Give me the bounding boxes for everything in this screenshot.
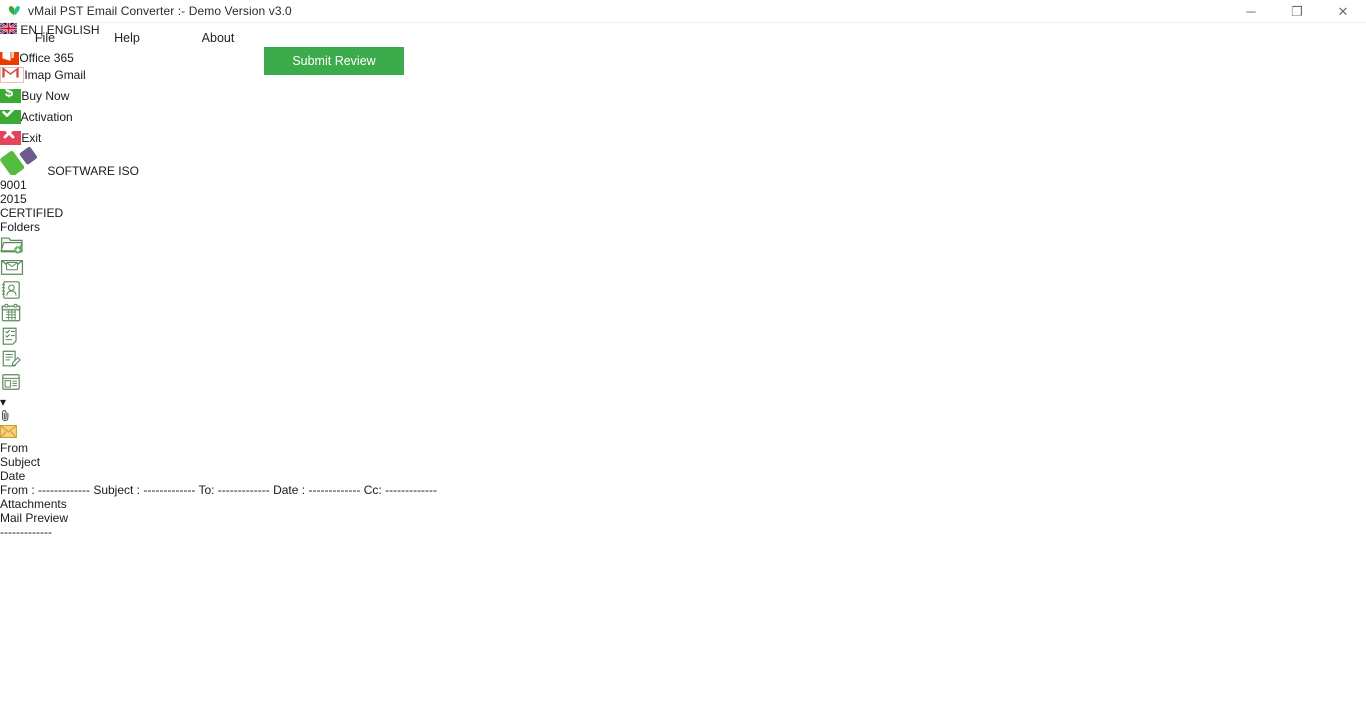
detail-value-from: ------------- [38,483,90,497]
mail-list-grid[interactable]: From Subject Date [0,409,1366,483]
gmail-icon [0,67,24,83]
column-header-read-status[interactable] [0,425,1366,441]
mail-grid-header: From Subject Date [0,409,1366,483]
app-icon [8,5,21,18]
detail-value-to: ------------- [218,483,270,497]
toolbar-button-imap-gmail[interactable]: Imap Gmail [0,65,96,82]
brand-area: SOFTWARE ISO 9001 2015 CERTIFIED [0,145,1366,220]
menu-item-file[interactable]: File [18,23,72,52]
detail-value-subject: ------------- [143,483,195,497]
column-header-from[interactable]: From [0,441,1366,455]
journal-icon[interactable] [0,372,1366,395]
detail-label-from: From : [0,483,35,497]
iso-certified-text: CERTIFIED [0,206,63,220]
mail-detail-panel: From : ------------- Subject : ---------… [0,483,1366,497]
column-header-date[interactable]: Date [0,469,1366,483]
brand-wordmark: SOFTWARE [47,164,115,178]
folders-title: Folders [0,220,40,234]
toolbar-label-exit: Exit [21,131,41,145]
svg-text:$: $ [5,84,14,101]
close-button[interactable]: ✕ [1320,0,1366,23]
paperclip-icon [0,411,11,425]
tab-mail-preview[interactable]: Mail Preview [0,511,1366,525]
menu-item-help[interactable]: Help [100,23,154,52]
submit-review-button[interactable]: Submit Review [264,47,404,75]
status-bar: ------------- [0,525,1366,539]
iso-year-9001: 9001 [0,178,1366,192]
iso-year-2015: 2015 [0,192,1366,206]
folders-view-toolbar: ▾ [0,234,1366,409]
detail-label-subject: Subject : [93,483,140,497]
chevron-down-icon[interactable]: ▾ [0,395,1366,409]
iso-certified-badge: ISO 9001 2015 CERTIFIED [0,164,1366,220]
window-controls: ─ ❐ ✕ [1228,0,1366,23]
minimize-button[interactable]: ─ [1228,0,1274,23]
toolbar-button-activation[interactable]: Activation [0,103,90,124]
contacts-icon[interactable] [0,280,1366,303]
folder-add-icon[interactable] [0,234,1366,257]
menu-bar: File Help About Submit Review EN | ENGLI… [0,23,1366,52]
title-bar: vMail PST Email Converter :- Demo Versio… [0,0,1366,23]
folders-panel: Folders [0,220,1366,234]
mail-icon[interactable] [0,257,1366,280]
preview-tabstrip: Attachments Mail Preview [0,497,1366,525]
maximize-button[interactable]: ❐ [1274,0,1320,23]
detail-value-cc: ------------- [385,483,437,497]
menu-item-about[interactable]: About [188,23,248,52]
column-header-attachment[interactable] [0,409,1366,425]
iso-main-text: ISO [118,164,139,178]
close-circle-icon [0,131,21,145]
tasks-icon[interactable] [0,326,1366,349]
dollar-circle-icon: $ [0,89,21,103]
window-title: vMail PST Email Converter :- Demo Versio… [28,4,292,18]
notes-icon[interactable] [0,349,1366,372]
tab-attachments[interactable]: Attachments [0,497,1366,511]
calendar-icon[interactable] [0,303,1366,326]
diamond-logo-icon [0,164,47,178]
envelope-icon [0,427,17,441]
office365-icon [0,51,19,65]
toolbar-button-exit[interactable]: Exit [0,124,70,145]
detail-value-date: ------------- [308,483,360,497]
check-circle-icon [0,110,21,124]
toolbar-button-buy-now[interactable]: $ Buy Now [0,82,88,103]
detail-label-date: Date : [273,483,305,497]
detail-label-cc: Cc: [364,483,382,497]
folders-panel-header: Folders [0,220,1366,234]
detail-label-to: To: [198,483,214,497]
status-text: ------------- [0,525,52,539]
toolbar-label-office365: Office 365 [19,51,73,65]
toolbar-label-imap-gmail: Imap Gmail [24,68,85,82]
toolbar-label-activation: Activation [21,110,73,124]
toolbar-label-buy-now: Buy Now [21,89,69,103]
column-header-subject[interactable]: Subject [0,455,1366,469]
